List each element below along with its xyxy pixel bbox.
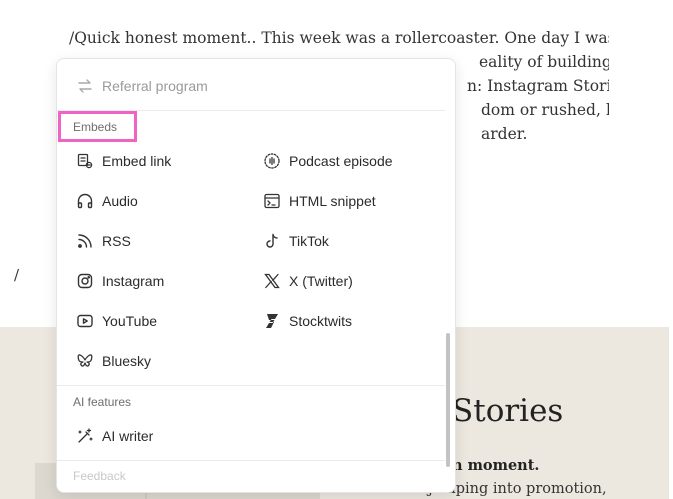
tiktok-icon (263, 232, 281, 250)
section-label-feedback: Feedback (73, 469, 126, 483)
rss-icon (76, 232, 94, 250)
menu-scrollbar[interactable] (446, 333, 450, 467)
code-snippet-icon (263, 192, 281, 210)
highlight-annotation (58, 111, 137, 142)
menu-item-label: RSS (102, 233, 131, 249)
block-subheading: n moment. (452, 457, 540, 474)
menu-item-html-snippet[interactable]: HTML snippet (263, 191, 376, 211)
menu-divider (57, 460, 445, 461)
menu-item-ai-writer[interactable]: AI writer (76, 426, 153, 446)
section-label-ai-features: AI features (73, 395, 132, 409)
youtube-icon (76, 312, 94, 330)
menu-item-label: AI writer (102, 428, 154, 444)
menu-item-label: Referral program (102, 78, 208, 94)
menu-item-audio[interactable]: Audio (76, 191, 138, 211)
menu-item-label: Stocktwits (289, 313, 353, 329)
ai-wand-icon (76, 427, 94, 445)
stocktwits-icon (263, 312, 281, 330)
menu-item-bluesky[interactable]: Bluesky (76, 351, 151, 371)
menu-item-tiktok[interactable]: TikTok (263, 231, 329, 251)
headphones-icon (76, 192, 94, 210)
slash-command-menu: Referral program Embeds Embed link Podca… (56, 58, 456, 493)
instagram-icon (76, 272, 94, 290)
menu-item-label: Instagram (102, 273, 165, 289)
menu-item-stocktwits[interactable]: Stocktwits (263, 311, 352, 331)
menu-item-label: Bluesky (102, 353, 152, 369)
menu-item-x-twitter[interactable]: X (Twitter) (263, 271, 353, 291)
menu-divider (57, 385, 445, 386)
bluesky-icon (76, 352, 94, 370)
menu-item-podcast-episode[interactable]: Podcast episode (263, 151, 393, 171)
block-heading: Stories (452, 393, 564, 429)
menu-item-label: HTML snippet (289, 193, 376, 209)
podcast-icon (263, 152, 281, 170)
menu-item-label: YouTube (102, 313, 158, 329)
slash-command-line[interactable]: / (14, 266, 19, 284)
menu-item-embed-link[interactable]: Embed link (76, 151, 171, 171)
x-twitter-icon (263, 272, 281, 290)
menu-item-label: Embed link (102, 153, 172, 169)
menu-item-label: Audio (102, 193, 138, 209)
arrows-swap-icon (76, 77, 94, 95)
menu-item-instagram[interactable]: Instagram (76, 271, 164, 291)
menu-item-referral-program[interactable]: Referral program (76, 76, 208, 96)
menu-item-youtube[interactable]: YouTube (76, 311, 157, 331)
menu-item-rss[interactable]: RSS (76, 231, 131, 251)
menu-item-label: Podcast episode (289, 153, 393, 169)
menu-item-label: TikTok (289, 233, 329, 249)
menu-item-label: X (Twitter) (289, 273, 353, 289)
editor-line: /Quick honest moment.. This week was a r… (69, 29, 609, 47)
embed-link-icon (76, 152, 94, 170)
